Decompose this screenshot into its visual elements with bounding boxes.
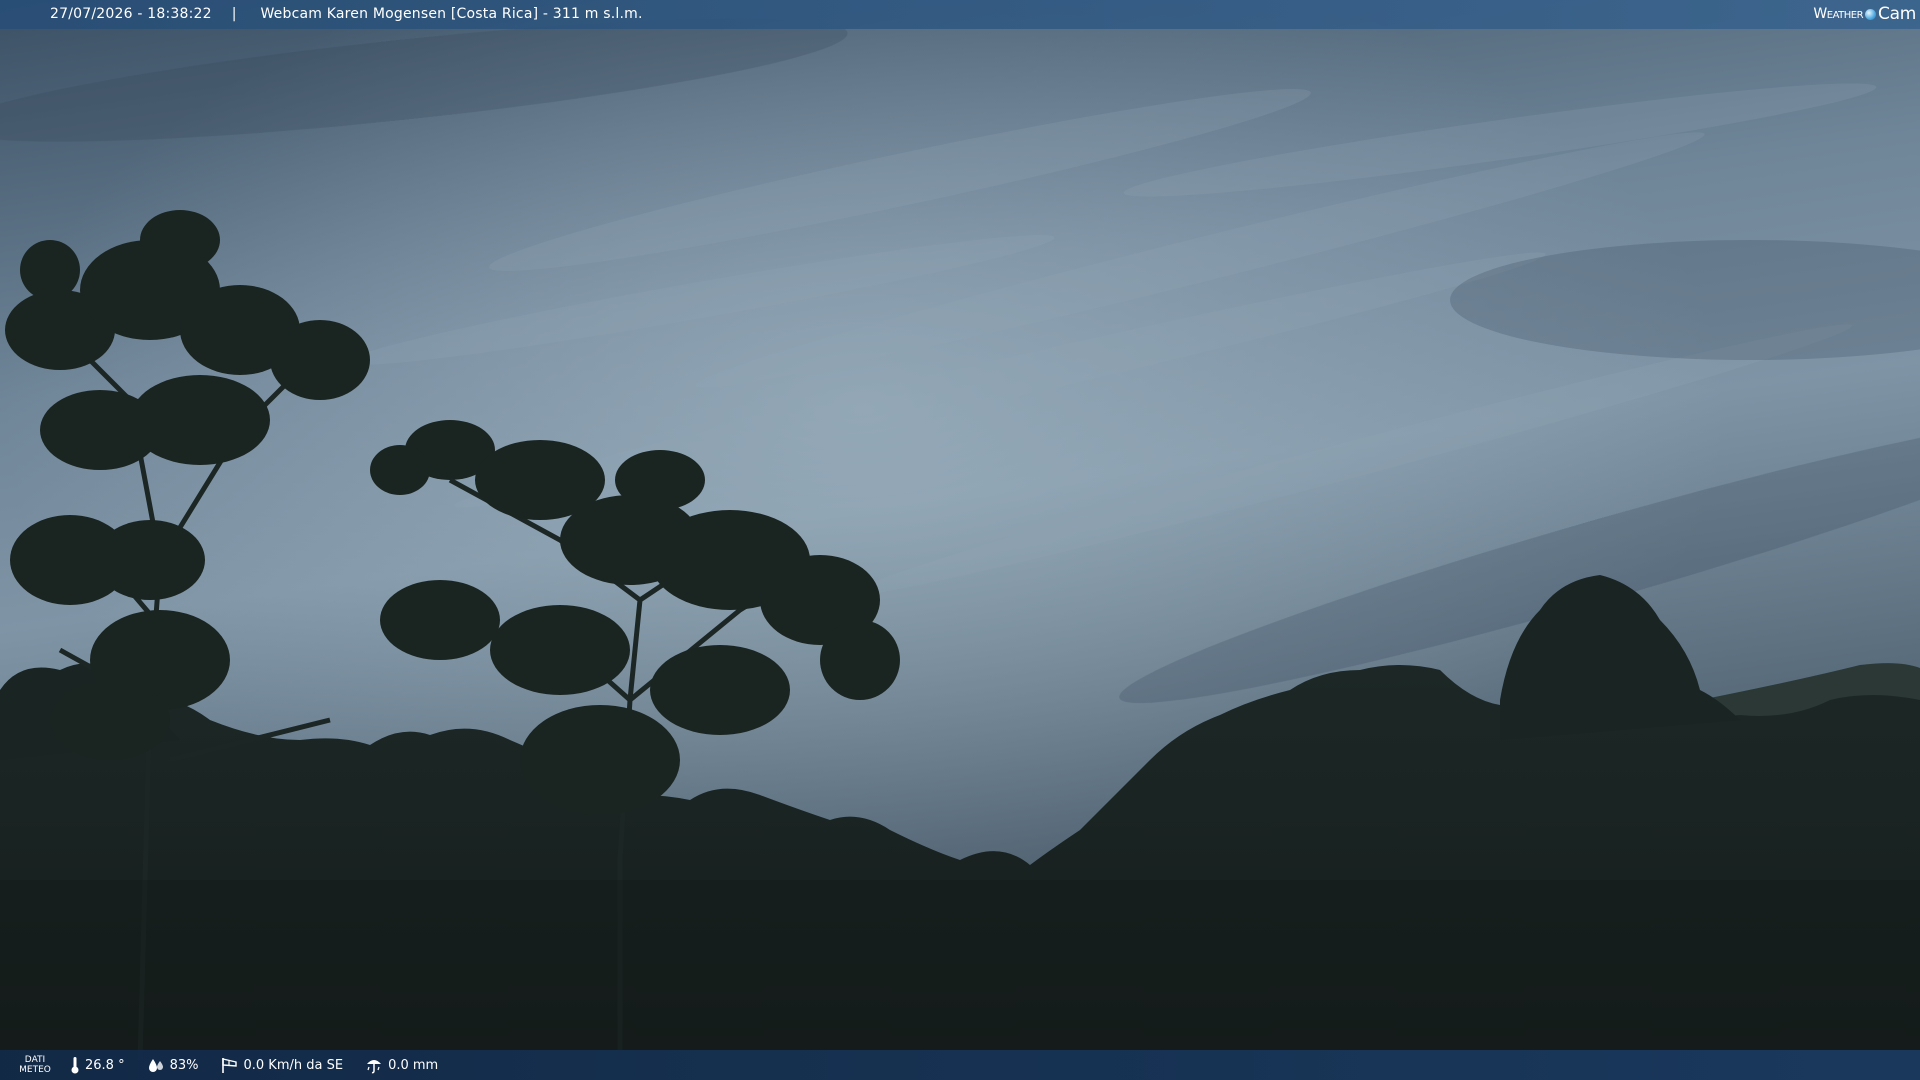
wind-sock-icon [222, 1058, 238, 1073]
temperature-value: 26.8 ° [85, 1057, 125, 1073]
weather-data-label-line2: METEO [19, 1065, 51, 1075]
rain-reading: 0.0 mm [365, 1056, 438, 1074]
logo-text-cam: Cam [1878, 4, 1916, 24]
weather-data-bar: DATI METEO 26.8 ° 83% 0.0 Km/h da SE 0.0… [0, 1050, 1920, 1080]
capture-timestamp: 27/07/2026 - 18:38:22 [50, 6, 212, 22]
weather-data-label: DATI METEO [0, 1055, 70, 1075]
header-separator: | [231, 6, 237, 22]
logo-text-weather: Weather [1813, 6, 1864, 22]
camera-title: Webcam Karen Mogensen [Costa Rica] - 311… [260, 6, 643, 22]
humidity-reading: 83% [147, 1057, 199, 1073]
weathercam-logo[interactable]: Weather Cam [1813, 0, 1916, 29]
rain-gauge-icon [367, 1060, 382, 1074]
humidity-value: 83% [169, 1057, 199, 1073]
temperature-reading: 26.8 ° [70, 1056, 125, 1074]
weather-data-label-line1: DATI [24, 1055, 46, 1065]
thermometer-icon [71, 1057, 79, 1074]
rain-value: 0.0 mm [388, 1057, 439, 1073]
humidity-drops-icon [148, 1059, 163, 1072]
wind-value: 0.0 Km/h da SE [243, 1057, 344, 1073]
wind-reading: 0.0 Km/h da SE [220, 1056, 343, 1074]
webcam-header-bar: 27/07/2026 - 18:38:22 | Webcam Karen Mog… [0, 0, 1920, 29]
webcam-image: 27/07/2026 - 18:38:22 | Webcam Karen Mog… [0, 0, 1920, 1080]
webcam-landscape [0, 0, 1920, 1080]
globe-icon [1865, 9, 1877, 20]
